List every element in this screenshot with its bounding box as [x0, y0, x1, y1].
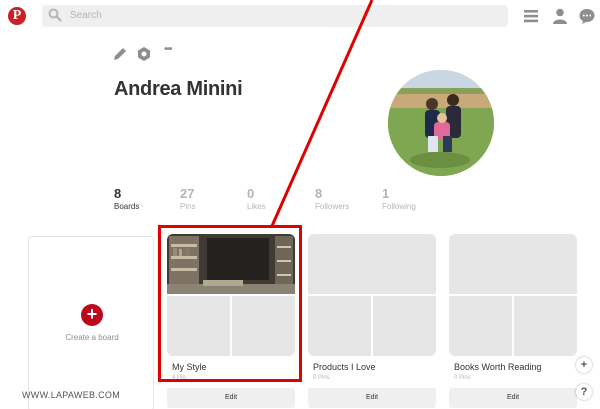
annotation-arrow-line [270, 0, 374, 227]
help-button[interactable]: ? [576, 384, 592, 400]
add-pin-button[interactable]: + [576, 357, 592, 373]
watermark-text: WWW.LAPAWEB.COM [22, 390, 120, 400]
